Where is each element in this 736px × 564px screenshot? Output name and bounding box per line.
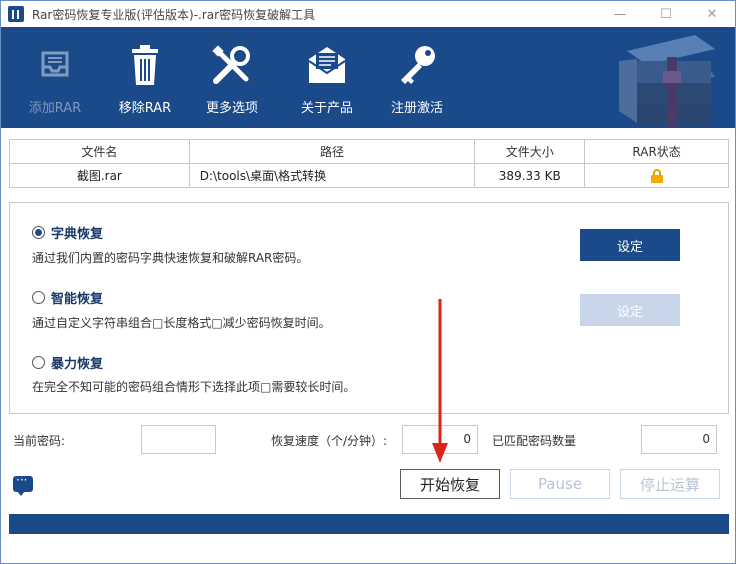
more-options-button[interactable]: 更多选项	[192, 43, 272, 116]
brute-force-title: 暴力恢复	[51, 357, 104, 372]
brute-force-desc: 在完全不知可能的密码组合情形下选择此项□需要较长时间。	[32, 380, 356, 394]
more-options-label: 更多选项	[205, 101, 258, 116]
smart-desc: 通过自定义字符串组合□长度格式□减少密码恢复时间。	[32, 316, 331, 330]
minimize-button[interactable]: —	[597, 1, 643, 27]
mode-brute-force[interactable]: 暴力恢复	[32, 353, 103, 372]
about-product-button[interactable]: 关于产品	[287, 43, 367, 116]
key-icon	[401, 46, 435, 84]
mode-smart[interactable]: 智能恢复	[32, 288, 103, 307]
add-rar-label: 添加RAR	[28, 101, 82, 116]
window-title: Rar密码恢复专业版(评估版本)-.rar密码恢复破解工具	[32, 7, 316, 22]
app-icon	[8, 6, 24, 22]
current-password-field	[141, 425, 216, 454]
stop-button[interactable]: 停止运算	[620, 469, 720, 499]
smart-title: 智能恢复	[51, 292, 104, 307]
mode-dictionary[interactable]: 字典恢复	[32, 223, 103, 242]
current-password-label: 当前密码:	[13, 434, 66, 448]
maximize-button[interactable]: ☐	[643, 1, 689, 27]
chat-icon[interactable]	[13, 473, 33, 496]
progress-bar	[9, 514, 729, 534]
speed-field: 0	[402, 425, 478, 454]
title-bar: Rar密码恢复专业版(评估版本)-.rar密码恢复破解工具 — ☐ ✕	[1, 1, 735, 27]
dictionary-radio[interactable]	[32, 226, 45, 239]
matched-count-label: 已匹配密码数量	[492, 434, 577, 448]
recovery-modes-panel: 字典恢复 通过我们内置的密码字典快速恢复和破解RAR密码。 设定 智能恢复 通过…	[9, 202, 729, 414]
cell-filesize: 389.33 KB	[474, 163, 586, 188]
winrar-books-logo	[619, 35, 715, 127]
envelope-icon	[308, 47, 346, 83]
pause-button[interactable]: Pause	[510, 469, 610, 499]
cell-rar-status	[584, 163, 729, 188]
col-filename[interactable]: 文件名	[9, 139, 190, 164]
register-activate-button[interactable]: 注册激活	[377, 43, 457, 116]
add-rar-button[interactable]: 添加RAR	[15, 43, 95, 116]
about-product-label: 关于产品	[300, 101, 353, 116]
tools-icon	[212, 45, 250, 84]
table-row[interactable]: 截图.rar D:\tools\桌面\格式转换 389.33 KB	[9, 163, 729, 188]
matched-count-field: 0	[641, 425, 717, 454]
main-window: Rar密码恢复专业版(评估版本)-.rar密码恢复破解工具 — ☐ ✕ 添加RA…	[0, 0, 736, 564]
dictionary-settings-button[interactable]: 设定	[580, 229, 680, 261]
register-activate-label: 注册激活	[390, 101, 443, 116]
cell-filename: 截图.rar	[9, 163, 190, 188]
remove-rar-label: 移除RAR	[118, 101, 172, 116]
cell-path: D:\tools\桌面\格式转换	[188, 163, 476, 188]
col-rar-status[interactable]: RAR状态	[584, 139, 729, 164]
dictionary-title: 字典恢复	[51, 227, 104, 242]
brute-force-radio[interactable]	[32, 356, 45, 369]
lock-icon	[650, 168, 663, 183]
smart-radio[interactable]	[32, 291, 45, 304]
file-table: 文件名 路径 文件大小 RAR状态 截图.rar D:\tools\桌面\格式转…	[9, 139, 729, 188]
start-recovery-button[interactable]: 开始恢复	[400, 469, 500, 499]
smart-settings-button[interactable]: 设定	[580, 294, 680, 326]
col-path[interactable]: 路径	[188, 139, 476, 164]
dictionary-desc: 通过我们内置的密码字典快速恢复和破解RAR密码。	[32, 251, 309, 265]
trash-icon	[132, 45, 158, 85]
col-filesize[interactable]: 文件大小	[474, 139, 586, 164]
close-button[interactable]: ✕	[689, 1, 735, 27]
toolbar: 添加RAR 移除RAR 更多选项 关于产品 注册激活	[1, 27, 735, 128]
remove-rar-button[interactable]: 移除RAR	[105, 43, 185, 116]
tray-icon	[41, 51, 69, 77]
speed-label: 恢复速度（个/分钟）:	[271, 434, 388, 448]
table-header-row: 文件名 路径 文件大小 RAR状态	[9, 139, 729, 164]
window-controls: — ☐ ✕	[597, 1, 735, 27]
